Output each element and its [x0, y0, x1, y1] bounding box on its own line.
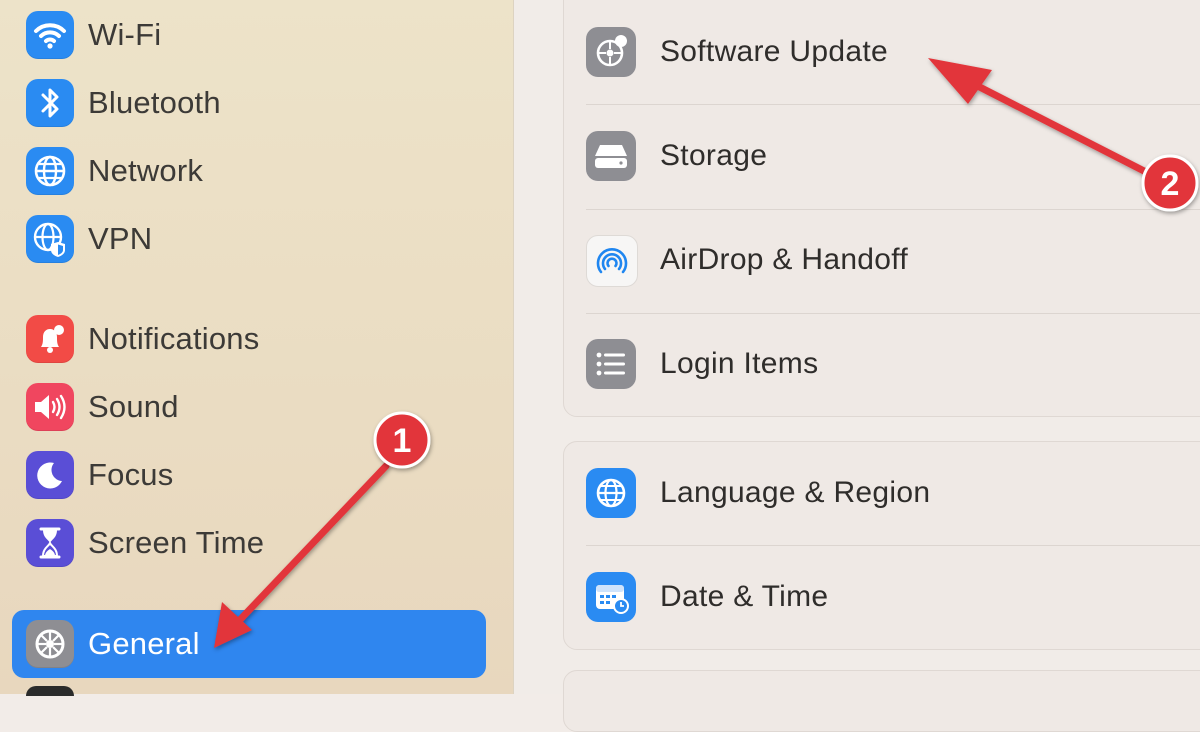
gear-badge-icon [586, 27, 636, 77]
calendar-clock-icon [586, 572, 636, 622]
row-label: Language & Region [660, 476, 931, 509]
sidebar-item-screen-time[interactable]: Screen Time [12, 509, 486, 577]
row-label: Storage [660, 139, 768, 172]
row-label: Software Update [660, 35, 888, 68]
sidebar-item-label: Screen Time [88, 525, 265, 560]
gear-icon [26, 620, 74, 668]
sidebar-item-label: Wi-Fi [88, 17, 162, 52]
settings-group-partial [563, 670, 1200, 732]
sidebar-item-sound[interactable]: Sound [12, 373, 486, 441]
sidebar-item-network[interactable]: Network [12, 137, 486, 205]
row-label: Date & Time [660, 580, 829, 613]
bell-icon [26, 315, 74, 363]
row-airdrop-handoff[interactable]: AirDrop & Handoff [564, 209, 1200, 313]
globe-icon [586, 468, 636, 518]
row-software-update[interactable]: Software Update [564, 1, 1200, 105]
row-label: Login Items [660, 347, 819, 380]
airdrop-icon [586, 235, 638, 287]
sidebar-item-vpn[interactable]: VPN [12, 205, 486, 273]
settings-group-general: Software Update Storage AirDrop & Handof… [563, 0, 1200, 417]
sidebar-item-notifications[interactable]: Notifications [12, 305, 486, 373]
sidebar-item-partial-icon [26, 686, 74, 696]
moon-icon [26, 451, 74, 499]
sidebar-item-label: Notifications [88, 321, 260, 356]
row-label: AirDrop & Handoff [660, 243, 909, 276]
row-date-time[interactable]: Date & Time [564, 546, 1200, 650]
sidebar-item-label: Sound [88, 389, 179, 424]
sidebar-item-label: Network [88, 153, 204, 188]
row-login-items[interactable]: Login Items [564, 313, 1200, 417]
row-language-region[interactable]: Language & Region [564, 442, 1200, 546]
speaker-icon [26, 383, 74, 431]
main-pane: Software Update Storage AirDrop & Handof… [514, 0, 1200, 732]
sidebar-item-label: Bluetooth [88, 85, 221, 120]
hourglass-icon [26, 519, 74, 567]
globe-icon [26, 147, 74, 195]
sidebar-item-general[interactable]: General [12, 610, 486, 678]
sidebar-item-label: VPN [88, 221, 153, 256]
settings-group-locale: Language & Region Date & Time [563, 441, 1200, 650]
sidebar-item-label: General [88, 626, 200, 661]
sidebar: Wi-Fi Bluetooth Network VPN Notification… [0, 0, 514, 696]
sidebar-item-focus[interactable]: Focus [12, 441, 486, 509]
drive-icon [586, 131, 636, 181]
sidebar-item-wifi[interactable]: Wi-Fi [12, 1, 486, 69]
sidebar-item-label: Focus [88, 457, 174, 492]
wifi-icon [26, 11, 74, 59]
list-icon [586, 339, 636, 389]
vpn-globe-shield-icon [26, 215, 74, 263]
bluetooth-icon [26, 79, 74, 127]
sidebar-item-bluetooth[interactable]: Bluetooth [12, 69, 486, 137]
row-storage[interactable]: Storage [564, 105, 1200, 209]
